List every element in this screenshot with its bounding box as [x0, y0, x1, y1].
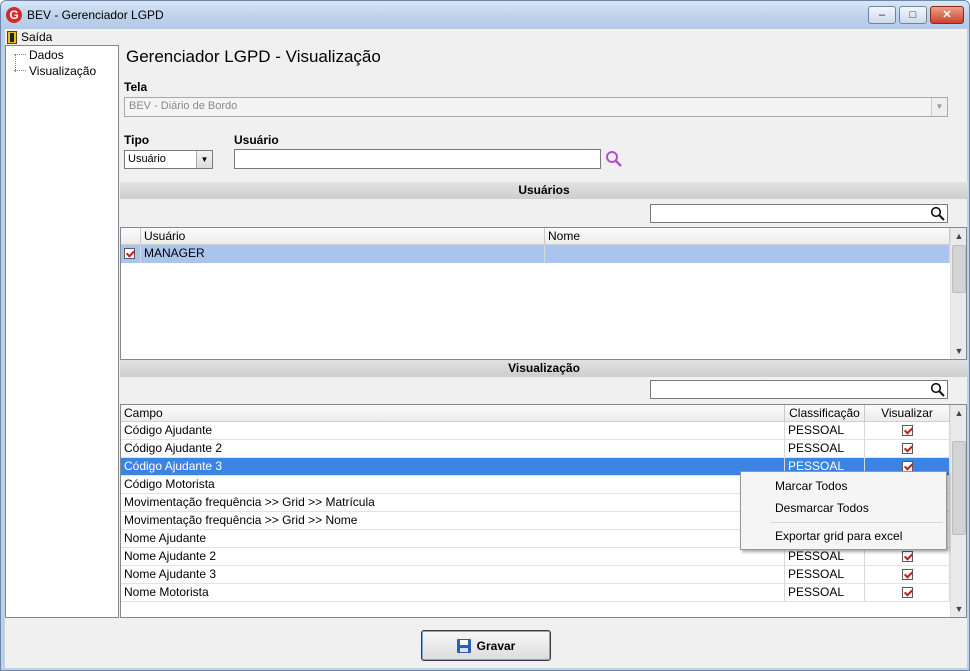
visualizacao-section-header: Visualização [120, 360, 968, 377]
column-header-usuario[interactable]: Usuário [141, 228, 545, 245]
client-area: Saída Dados Visualização Gerenciador LGP… [5, 29, 968, 668]
menu-exit[interactable]: Saída [7, 29, 52, 45]
row-checkbox-cell[interactable] [121, 245, 141, 263]
usuarios-grid-header: Usuário Nome [121, 228, 950, 245]
visualizacao-grid-header: Campo Classificação Visualizar [121, 405, 950, 422]
chevron-down-icon: ▼ [931, 98, 947, 116]
navigation-tree: Dados Visualização [5, 45, 119, 618]
cell-visualizar[interactable] [865, 584, 950, 602]
cell-visualizar[interactable] [865, 548, 950, 566]
cell-visualizar[interactable] [865, 422, 950, 440]
menu-exit-label: Saída [21, 30, 53, 44]
context-menu-item-exportar-excel[interactable]: Exportar grid para excel [742, 525, 945, 547]
column-header-nome[interactable]: Nome [545, 228, 950, 245]
app-logo-icon: G [6, 7, 22, 23]
column-header-visualizar[interactable]: Visualizar [865, 405, 950, 422]
visualizacao-scrollbar[interactable]: ▲ ▼ [950, 405, 966, 617]
scroll-down-icon[interactable]: ▼ [951, 343, 966, 359]
cell-campo: Nome Ajudante [121, 530, 785, 548]
tree-item-label: Visualização [29, 63, 97, 78]
tree-item-visualizacao[interactable]: Visualização [14, 63, 96, 78]
tree-item-dados[interactable]: Dados [14, 47, 64, 62]
title-bar: G BEV - Gerenciador LGPD ‒ □ ✕ [1, 1, 969, 29]
tela-value: BEV - Diário de Bordo [129, 100, 238, 112]
cell-campo: Código Ajudante [121, 422, 785, 440]
maximize-button[interactable]: □ [899, 6, 927, 24]
column-header-check [121, 228, 141, 245]
row-checkbox[interactable] [124, 248, 135, 259]
search-icon[interactable] [930, 206, 945, 221]
usuarios-scrollbar[interactable]: ▲ ▼ [950, 228, 966, 359]
column-header-classificacao[interactable]: Classificação [785, 405, 865, 422]
scroll-thumb[interactable] [952, 441, 966, 535]
save-button[interactable]: Gravar [421, 630, 551, 661]
visualizar-checkbox[interactable] [902, 425, 913, 436]
tree-branch [14, 54, 26, 55]
page-title: Gerenciador LGPD - Visualização [126, 47, 381, 66]
visualizacao-filter-input[interactable] [650, 380, 948, 399]
tipo-select[interactable]: Usuário ▼ [124, 150, 213, 169]
cell-classificacao: PESSOAL [785, 566, 865, 584]
cell-campo: Código Ajudante 3 [121, 458, 785, 476]
scroll-down-icon[interactable]: ▼ [951, 601, 966, 617]
table-row[interactable]: Nome Ajudante 2 PESSOAL [121, 548, 950, 566]
tela-label: Tela [124, 80, 148, 94]
save-button-label: Gravar [476, 638, 516, 653]
scroll-up-icon[interactable]: ▲ [951, 405, 966, 421]
search-icon[interactable] [605, 150, 623, 168]
visualizar-checkbox[interactable] [902, 587, 913, 598]
table-row[interactable]: Código Ajudante PESSOAL [121, 422, 950, 440]
cell-classificacao: PESSOAL [785, 584, 865, 602]
cell-campo: Nome Ajudante 2 [121, 548, 785, 566]
cell-classificacao: PESSOAL [785, 422, 865, 440]
app-window: G BEV - Gerenciador LGPD ‒ □ ✕ Saída Dad… [0, 0, 970, 671]
close-button[interactable]: ✕ [930, 6, 964, 24]
context-menu-item-desmarcar-todos[interactable]: Desmarcar Todos [742, 497, 945, 519]
usuarios-filter-input[interactable] [650, 204, 948, 223]
cell-visualizar[interactable] [865, 440, 950, 458]
menu-bar: Saída [5, 29, 967, 45]
tree-branch [14, 70, 26, 71]
window-title: BEV - Gerenciador LGPD [27, 8, 164, 22]
cell-campo: Código Motorista [121, 476, 785, 494]
scroll-thumb[interactable] [952, 245, 966, 293]
tipo-label: Tipo [124, 133, 150, 147]
cell-campo: Movimentação frequência >> Grid >> Nome [121, 512, 785, 530]
context-menu-item-marcar-todos[interactable]: Marcar Todos [742, 475, 945, 497]
usuarios-section-header: Usuários [120, 182, 968, 199]
visualizar-checkbox[interactable] [902, 551, 913, 562]
tela-select: BEV - Diário de Bordo ▼ [124, 97, 948, 117]
cell-visualizar[interactable] [865, 566, 950, 584]
scroll-up-icon[interactable]: ▲ [951, 228, 966, 244]
table-row[interactable]: MANAGER [121, 245, 950, 263]
visualizar-checkbox[interactable] [902, 443, 913, 454]
usuario-label: Usuário [234, 133, 279, 147]
cell-classificacao: PESSOAL [785, 548, 865, 566]
save-disk-icon [456, 638, 471, 653]
visualizar-checkbox[interactable] [902, 569, 913, 580]
search-icon[interactable] [930, 382, 945, 397]
tree-item-label: Dados [29, 47, 64, 62]
minimize-button[interactable]: ‒ [868, 6, 896, 24]
table-row[interactable]: Código Ajudante 2 PESSOAL [121, 440, 950, 458]
context-menu: Marcar Todos Desmarcar Todos Exportar gr… [740, 471, 947, 550]
usuarios-grid: Usuário Nome MANAGER ▲ ▼ [120, 227, 967, 360]
chevron-down-icon[interactable]: ▼ [196, 151, 212, 168]
cell-campo: Código Ajudante 2 [121, 440, 785, 458]
cell-campo: Movimentação frequência >> Grid >> Matrí… [121, 494, 785, 512]
tipo-value: Usuário [128, 153, 166, 165]
cell-campo: Nome Motorista [121, 584, 785, 602]
exit-door-icon [7, 30, 17, 44]
cell-classificacao: PESSOAL [785, 440, 865, 458]
cell-usuario: MANAGER [141, 245, 545, 263]
table-row[interactable]: Nome Ajudante 3 PESSOAL [121, 566, 950, 584]
context-menu-separator [771, 522, 943, 523]
column-header-campo[interactable]: Campo [121, 405, 785, 422]
cell-campo: Nome Ajudante 3 [121, 566, 785, 584]
usuario-input[interactable] [234, 149, 601, 169]
cell-nome [545, 245, 950, 263]
table-row[interactable]: Nome Motorista PESSOAL [121, 584, 950, 602]
